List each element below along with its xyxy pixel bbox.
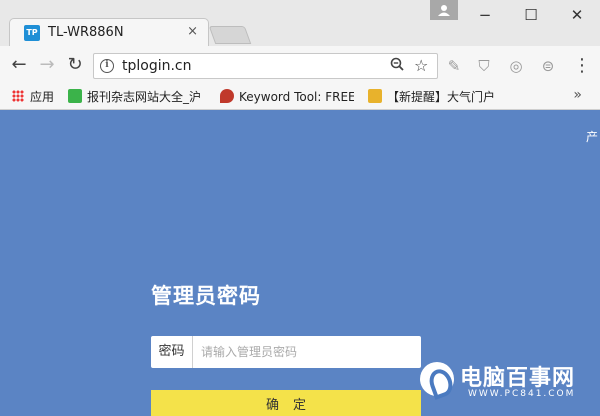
bookmark-item[interactable]: 【新提醒】大气门户 bbox=[368, 88, 504, 106]
reload-button[interactable]: ↻ bbox=[64, 54, 86, 76]
bookmarks-bar: 应用 报刊杂志网站大全_沪 Keyword Tool: FREE 【新提醒】大气… bbox=[0, 84, 600, 110]
tab-active[interactable]: TP TL-WR886N × bbox=[9, 18, 209, 46]
password-input[interactable] bbox=[201, 336, 416, 368]
bookmarks-more-icon[interactable]: » bbox=[573, 87, 582, 103]
minimize-button[interactable]: − bbox=[462, 0, 508, 30]
tp-link-favicon-icon: TP bbox=[24, 25, 40, 41]
address-url[interactable]: tplogin.cn bbox=[122, 58, 192, 75]
address-bar[interactable]: i tplogin.cn ☆ bbox=[93, 53, 438, 79]
info-icon[interactable]: i bbox=[100, 59, 114, 73]
bookmark-apps[interactable]: 应用 bbox=[12, 88, 54, 106]
bookmark-trophy-icon bbox=[368, 89, 382, 103]
new-tab-button[interactable] bbox=[208, 26, 252, 44]
page-title: 管理员密码 bbox=[151, 284, 261, 308]
back-button[interactable]: ← bbox=[8, 54, 30, 76]
confirm-button[interactable]: 确定 bbox=[151, 390, 421, 416]
bookmark-item[interactable]: 报刊杂志网站大全_沪 bbox=[68, 88, 208, 106]
bookmark-star-icon[interactable]: ☆ bbox=[414, 56, 428, 75]
watermark: 电脑百事网 WWW.PC841.COM bbox=[420, 358, 600, 416]
title-bar: TP TL-WR886N × − ☐ ✕ bbox=[0, 0, 600, 46]
bookmark-green-icon bbox=[68, 89, 82, 103]
extension-shield-icon[interactable]: ⛉ bbox=[474, 56, 494, 76]
corner-text[interactable]: 产 bbox=[586, 128, 598, 145]
tab-close-icon[interactable]: × bbox=[187, 24, 198, 40]
watermark-url: WWW.PC841.COM bbox=[468, 389, 576, 399]
close-window-button[interactable]: ✕ bbox=[554, 0, 600, 30]
user-icon bbox=[438, 5, 450, 16]
user-profile-button[interactable] bbox=[430, 0, 458, 20]
extension-circle-icon[interactable]: ◎ bbox=[506, 56, 526, 76]
extension-disc-icon[interactable]: ⊜ bbox=[538, 56, 558, 76]
watermark-logo-icon bbox=[420, 362, 454, 396]
password-label: 密码 bbox=[151, 336, 193, 368]
maximize-button[interactable]: ☐ bbox=[508, 0, 554, 30]
tab-title: TL-WR886N bbox=[48, 25, 124, 40]
menu-icon[interactable]: ⋮ bbox=[572, 56, 592, 76]
apps-grid-icon bbox=[12, 90, 24, 102]
forward-button[interactable]: → bbox=[36, 54, 58, 76]
zoom-icon[interactable] bbox=[390, 57, 404, 75]
bookmark-flame-icon bbox=[220, 89, 234, 103]
watermark-name: 电脑百事网 bbox=[460, 366, 576, 391]
password-row: 密码 bbox=[151, 336, 421, 368]
extension-brush-icon[interactable]: ✎ bbox=[444, 56, 464, 76]
bookmark-item[interactable]: Keyword Tool: FREE bbox=[220, 88, 354, 106]
